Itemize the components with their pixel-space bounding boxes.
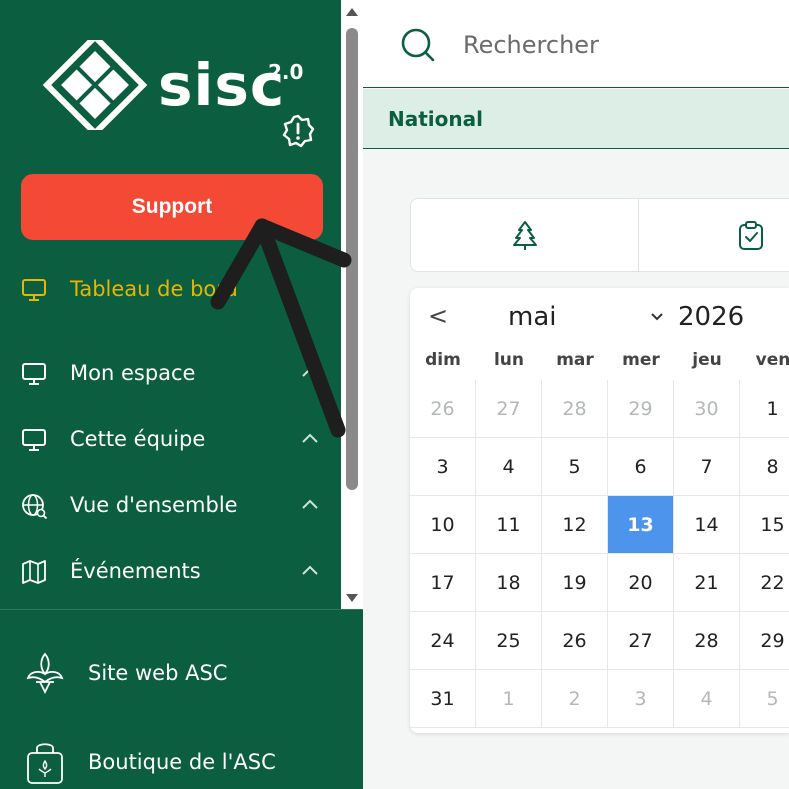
calendar-day[interactable]: 20	[608, 554, 674, 612]
calendar-day[interactable]: 1	[740, 380, 789, 438]
calendar-day[interactable]: 27	[476, 380, 542, 438]
weekday-header: dim	[425, 350, 461, 370]
previous-month-button[interactable]: <	[428, 302, 448, 330]
sidebar: sisc 2.0 Support Tableau de bord Mon esp…	[0, 0, 363, 789]
sidebar-item-label: Tableau de bord	[70, 277, 238, 301]
weekday-header: ven	[755, 350, 789, 370]
sidebar-item-label: Événements	[70, 559, 201, 583]
quick-action-clipboard[interactable]	[639, 199, 789, 271]
year-select[interactable]: 2026	[678, 302, 744, 332]
chevron-down-icon[interactable]	[650, 310, 664, 324]
sidebar-item-vue-d-ensemble[interactable]: Vue d'ensemble	[0, 480, 341, 530]
calendar-day[interactable]: 22	[740, 554, 789, 612]
sidebar-item-mon-espace[interactable]: Mon espace	[0, 348, 341, 398]
calendar-day[interactable]: 6	[608, 438, 674, 496]
context-header: National	[363, 89, 789, 149]
quick-actions-row	[410, 198, 789, 272]
sidebar-item-label: Cette équipe	[70, 427, 206, 451]
sidebar-item-cette-equipe[interactable]: Cette équipe	[0, 414, 341, 464]
calendar-day-selected[interactable]: 13	[608, 496, 674, 554]
sidebar-item-label: Mon espace	[70, 361, 196, 385]
weekday-header: mer	[622, 350, 660, 370]
calendar-day[interactable]: 30	[674, 380, 740, 438]
calendar-day[interactable]: 21	[674, 554, 740, 612]
monitor-icon	[22, 429, 46, 451]
link-label: Boutique de l'ASC	[88, 750, 276, 774]
calendar-day[interactable]: 8	[740, 438, 789, 496]
main-content: National < mai 2026 dimlunmarmerjeuven26…	[363, 0, 789, 789]
weekday-header: lun	[493, 350, 525, 370]
app-logo[interactable]: sisc 2.0	[40, 40, 310, 140]
calendar-day[interactable]: 29	[608, 380, 674, 438]
context-label: National	[388, 107, 483, 131]
calendar-day[interactable]: 26	[542, 612, 608, 670]
calendar-day[interactable]: 11	[476, 496, 542, 554]
calendar-day[interactable]: 5	[740, 670, 789, 728]
map-icon	[22, 560, 46, 584]
calendar-day[interactable]: 10	[410, 496, 476, 554]
calendar-day[interactable]: 12	[542, 496, 608, 554]
alert-badge-icon[interactable]	[280, 113, 316, 149]
quick-action-tree[interactable]	[411, 199, 639, 271]
chevron-up-icon[interactable]	[300, 363, 320, 383]
calendar-day[interactable]: 18	[476, 554, 542, 612]
search-icon[interactable]	[399, 26, 437, 64]
tree-icon	[513, 221, 537, 250]
link-site-web-asc[interactable]: Site web ASC	[0, 638, 363, 708]
fleur-de-lis-icon	[26, 652, 64, 695]
calendar-day[interactable]: 4	[476, 438, 542, 496]
logo-version: 2.0	[268, 60, 304, 84]
calendar-day[interactable]: 4	[674, 670, 740, 728]
calendar-day[interactable]: 26	[410, 380, 476, 438]
sidebar-item-tableau-de-bord[interactable]: Tableau de bord	[0, 264, 341, 314]
chevron-up-icon[interactable]	[300, 561, 320, 581]
support-button[interactable]: Support	[21, 174, 323, 240]
calendar-day[interactable]: 7	[674, 438, 740, 496]
search-input[interactable]	[463, 22, 783, 68]
calendar-day[interactable]: 25	[476, 612, 542, 670]
date-picker-calendar: < mai 2026 dim lun mar mer jeu ven 26 27 28 29 30 1…	[410, 288, 789, 733]
calendar-day[interactable]: 17	[410, 554, 476, 612]
globe-search-icon	[22, 494, 48, 520]
logo-diamond-icon	[42, 40, 148, 130]
weekday-header: jeu	[692, 350, 722, 370]
calendar-day[interactable]: 15	[740, 496, 789, 554]
link-boutique-asc[interactable]: Boutique de l'ASC	[0, 727, 363, 789]
scroll-up-arrow-icon[interactable]	[346, 8, 358, 16]
calendar-day[interactable]: 29	[740, 612, 789, 670]
sidebar-nav-panel: sisc 2.0 Support Tableau de bord Mon esp…	[0, 0, 341, 609]
sidebar-item-evenements[interactable]: Événements	[0, 546, 341, 596]
calendar-day[interactable]: 31	[410, 670, 476, 728]
scroll-down-arrow-icon[interactable]	[346, 594, 358, 602]
logo-text: sisc	[158, 51, 286, 119]
calendar-day[interactable]: 27	[608, 612, 674, 670]
chevron-up-icon[interactable]	[300, 429, 320, 449]
calendar-day[interactable]: 19	[542, 554, 608, 612]
calendar-day[interactable]: 3	[608, 670, 674, 728]
calendar-day[interactable]: 24	[410, 612, 476, 670]
clipboard-check-icon	[739, 221, 763, 250]
shopping-bag-icon	[27, 743, 63, 784]
calendar-day[interactable]: 28	[674, 612, 740, 670]
monitor-icon	[22, 363, 46, 385]
search-bar	[363, 0, 789, 88]
calendar-day[interactable]: 28	[542, 380, 608, 438]
chevron-up-icon[interactable]	[300, 495, 320, 515]
link-label: Site web ASC	[88, 661, 228, 685]
weekday-header: mar	[556, 350, 594, 370]
calendar-day[interactable]: 1	[476, 670, 542, 728]
calendar-day[interactable]: 5	[542, 438, 608, 496]
month-select[interactable]: mai	[508, 302, 556, 332]
sidebar-external-links: Site web ASC Boutique de l'ASC	[0, 609, 363, 789]
scrollbar-thumb[interactable]	[346, 28, 358, 490]
sidebar-item-label: Vue d'ensemble	[70, 493, 238, 517]
calendar-day[interactable]: 14	[674, 496, 740, 554]
calendar-day[interactable]: 3	[410, 438, 476, 496]
calendar-day[interactable]: 2	[542, 670, 608, 728]
monitor-icon	[22, 279, 46, 301]
